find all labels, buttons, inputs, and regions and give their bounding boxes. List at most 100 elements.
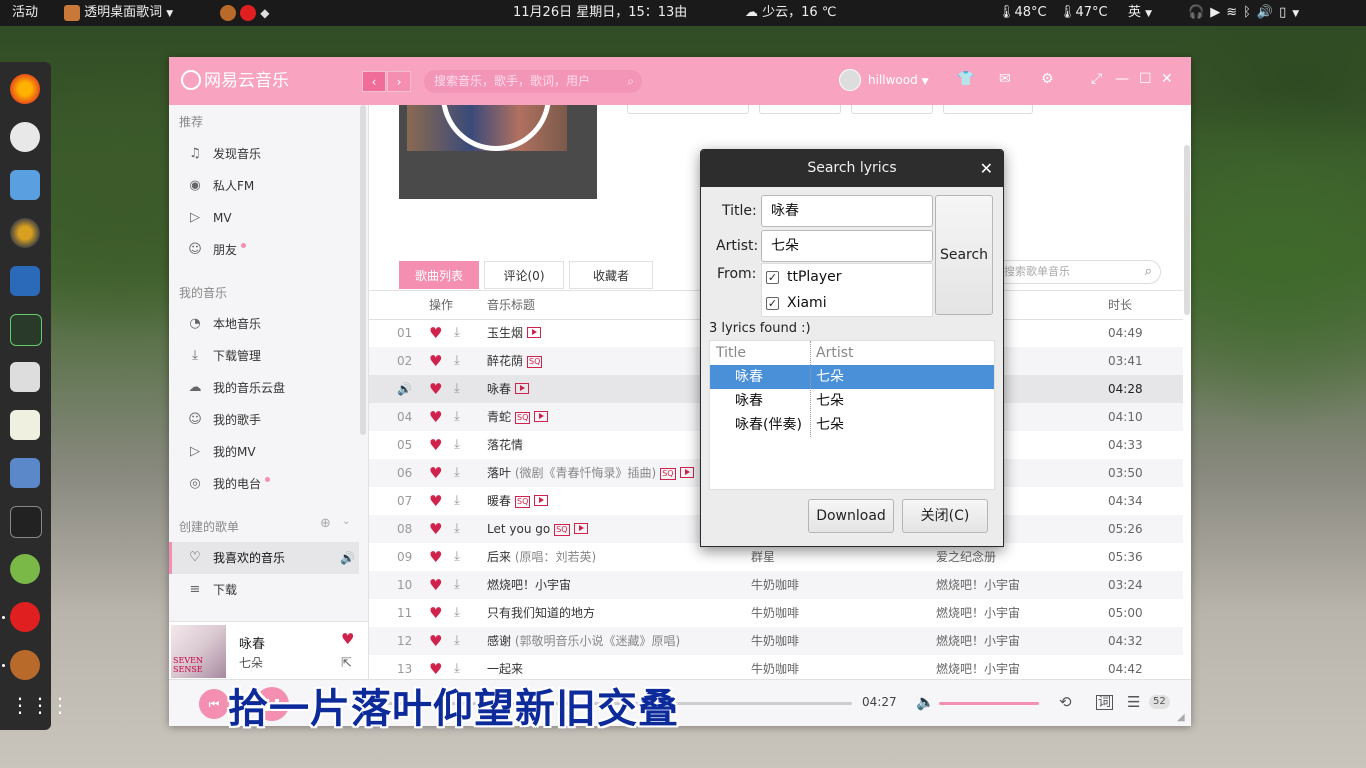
file-cabinet-icon[interactable] bbox=[10, 458, 40, 488]
liked-heart-icon[interactable]: ♥ bbox=[429, 599, 442, 627]
content-scrollbar[interactable] bbox=[1184, 145, 1190, 315]
sidebar-scrollbar[interactable] bbox=[360, 105, 366, 435]
text-editor-icon[interactable] bbox=[10, 410, 40, 440]
speaker-icon[interactable] bbox=[10, 218, 40, 248]
input-method[interactable]: 英 ▼ bbox=[1128, 0, 1152, 26]
download-icon[interactable]: ⤓ bbox=[454, 347, 460, 375]
sidebar-item-download-playlist[interactable]: ≡ 下载 bbox=[169, 574, 359, 606]
clock[interactable]: 11月26日 星期日，15：13由 bbox=[513, 0, 687, 26]
close-icon[interactable]: ✕ bbox=[980, 150, 993, 187]
ttplayer-label[interactable]: ttPlayer bbox=[787, 269, 842, 285]
mv-icon[interactable] bbox=[527, 327, 542, 338]
search-icon[interactable]: ⌕ bbox=[1145, 261, 1152, 283]
volume-icon[interactable]: 🔈 bbox=[916, 693, 935, 711]
sidebar-item-mv[interactable]: ▷ MV bbox=[169, 202, 359, 234]
xiami-checkbox[interactable]: ✓ bbox=[766, 297, 779, 310]
mv-icon[interactable] bbox=[679, 467, 694, 478]
mv-icon[interactable] bbox=[573, 523, 588, 534]
global-search-input[interactable]: 搜索音乐，歌手，歌词，用户 ⌕ bbox=[424, 70, 642, 93]
col-ops[interactable]: 操作 bbox=[429, 291, 453, 319]
queue-icon[interactable]: ☰ bbox=[1127, 693, 1140, 711]
weather[interactable]: ☁ 少云，16 ℃ bbox=[745, 0, 836, 26]
sidebar-item-liked-songs[interactable]: ♡ 我喜欢的音乐 🔊 bbox=[169, 542, 359, 574]
close-icon[interactable]: ✕ bbox=[1161, 71, 1173, 87]
terminal-icon[interactable] bbox=[10, 506, 42, 538]
app-grid-icon[interactable]: ⋮⋮⋮ bbox=[10, 690, 70, 720]
track-album[interactable]: 燃烧吧！小宇宙 bbox=[936, 599, 1020, 627]
track-album[interactable]: 燃烧吧！小宇宙 bbox=[936, 571, 1020, 599]
desktop-lyrics[interactable]: 拾一片落叶仰望新旧交叠 bbox=[228, 676, 679, 734]
back-button[interactable]: ‹ bbox=[362, 71, 386, 92]
app-menu[interactable]: 透明桌面歌词 ▼ bbox=[64, 0, 173, 26]
search-button[interactable]: Search bbox=[935, 195, 993, 315]
liked-heart-icon[interactable]: ♥ bbox=[429, 487, 442, 515]
col-title[interactable]: 音乐标题 bbox=[487, 291, 535, 319]
close-button[interactable]: 关闭(C) bbox=[902, 499, 988, 533]
playlist-cover[interactable] bbox=[399, 105, 597, 199]
table-row[interactable]: 10 ♥ ⤓ 燃烧吧！小宇宙 牛奶咖啡 燃烧吧！小宇宙 03:24 bbox=[369, 571, 1183, 599]
col-title[interactable]: Title bbox=[716, 341, 746, 365]
xiami-label[interactable]: Xiami bbox=[787, 295, 827, 311]
download-icon[interactable]: ⤓ bbox=[454, 599, 460, 627]
username[interactable]: hillwood ▼ bbox=[868, 73, 928, 87]
skin-icon[interactable]: 👕 bbox=[957, 71, 974, 87]
liked-heart-icon[interactable]: ♥ bbox=[429, 543, 442, 571]
sidebar-item-downloads[interactable]: ⤓ 下载管理 bbox=[169, 340, 359, 372]
liked-heart-icon[interactable]: ♥ bbox=[429, 347, 442, 375]
download-icon[interactable]: ⤓ bbox=[454, 375, 460, 403]
liked-heart-icon[interactable]: ♥ bbox=[429, 515, 442, 543]
lyrics-toggle-button[interactable]: 词 bbox=[1096, 695, 1114, 710]
share-button[interactable] bbox=[851, 105, 933, 114]
like-heart-icon[interactable]: ♥ bbox=[341, 630, 354, 648]
system-monitor-icon[interactable] bbox=[10, 314, 42, 346]
liked-heart-icon[interactable]: ♥ bbox=[429, 319, 442, 347]
tray-app-icon[interactable] bbox=[220, 4, 236, 21]
liked-heart-icon[interactable]: ♥ bbox=[429, 459, 442, 487]
chat-icon[interactable] bbox=[10, 170, 40, 200]
liked-heart-icon[interactable]: ♥ bbox=[429, 403, 442, 431]
liked-heart-icon[interactable]: ♥ bbox=[429, 627, 442, 655]
play-all-button[interactable] bbox=[627, 105, 749, 114]
download-icon[interactable]: ⤓ bbox=[454, 487, 460, 515]
col-artist[interactable]: Artist bbox=[816, 341, 854, 365]
table-row[interactable]: 12 ♥ ⤓ 感谢 (郭敬明音乐小说《迷藏》原唱) 牛奶咖啡 燃烧吧！小宇宙 04:32 bbox=[369, 627, 1183, 655]
document-viewer-icon[interactable] bbox=[10, 362, 40, 392]
download-icon[interactable]: ⤓ bbox=[454, 571, 460, 599]
album-cover[interactable]: SEVEN SENSE bbox=[171, 625, 226, 678]
sidebar-item-friends[interactable]: ☺ 朋友 bbox=[169, 234, 359, 266]
search-icon[interactable]: ⌕ bbox=[627, 70, 634, 93]
table-row[interactable]: 09 ♥ ⤓ 后来 (原唱：刘若英) 群星 爱之纪念册 05:36 bbox=[369, 543, 1183, 571]
track-artist[interactable]: 群星 bbox=[751, 543, 775, 571]
system-status-area[interactable]: 🎧▶≋ᛒ🔊▯▼ bbox=[1188, 0, 1305, 26]
liked-heart-icon[interactable]: ♥ bbox=[429, 431, 442, 459]
temperature-1[interactable]: 🌡48°C bbox=[998, 0, 1047, 26]
result-row[interactable]: 咏春 七朵 bbox=[710, 389, 994, 413]
avatar[interactable] bbox=[839, 69, 861, 91]
track-album[interactable]: 爱之纪念册 bbox=[936, 543, 996, 571]
track-artist[interactable]: 牛奶咖啡 bbox=[751, 599, 799, 627]
previous-button[interactable]: ⏮ bbox=[199, 689, 229, 719]
mv-icon[interactable] bbox=[515, 383, 530, 394]
sidebar-item-singers[interactable]: ☺ 我的歌手 bbox=[169, 404, 359, 436]
now-playing-mini[interactable]: SEVEN SENSE 咏春 七朵 ♥ ⇱ bbox=[169, 621, 369, 680]
sidebar-item-my-mv[interactable]: ▷ 我的MV bbox=[169, 436, 359, 468]
resize-grip-icon[interactable]: ◢ bbox=[1177, 712, 1185, 723]
track-artist[interactable]: 牛奶咖啡 bbox=[751, 655, 799, 679]
repeat-icon[interactable]: ⟲ bbox=[1059, 693, 1072, 711]
dialog-titlebar[interactable]: Search lyrics ✕ bbox=[701, 150, 1003, 187]
firefox-icon[interactable] bbox=[10, 74, 40, 104]
result-row[interactable]: 咏春(伴奏) 七朵 bbox=[710, 413, 994, 437]
col-duration[interactable]: 时长 bbox=[1108, 291, 1132, 319]
settings-icon[interactable]: ⚙ bbox=[1041, 71, 1054, 87]
download-icon[interactable]: ⤓ bbox=[454, 431, 460, 459]
mv-icon[interactable] bbox=[534, 495, 549, 506]
maximize-icon[interactable]: ☐ bbox=[1139, 71, 1152, 87]
tab-song-list[interactable]: 歌曲列表 bbox=[399, 261, 479, 289]
chevron-down-icon[interactable]: ⌄ bbox=[342, 516, 350, 527]
liked-heart-icon[interactable]: ♥ bbox=[429, 571, 442, 599]
download-icon[interactable]: ⤓ bbox=[454, 459, 460, 487]
track-album[interactable]: 燃烧吧！小宇宙 bbox=[936, 627, 1020, 655]
desktop-lyrics-icon[interactable] bbox=[10, 650, 40, 680]
title-field[interactable]: 咏春 bbox=[761, 195, 933, 227]
track-album[interactable]: 燃烧吧！小宇宙 bbox=[936, 655, 1020, 679]
